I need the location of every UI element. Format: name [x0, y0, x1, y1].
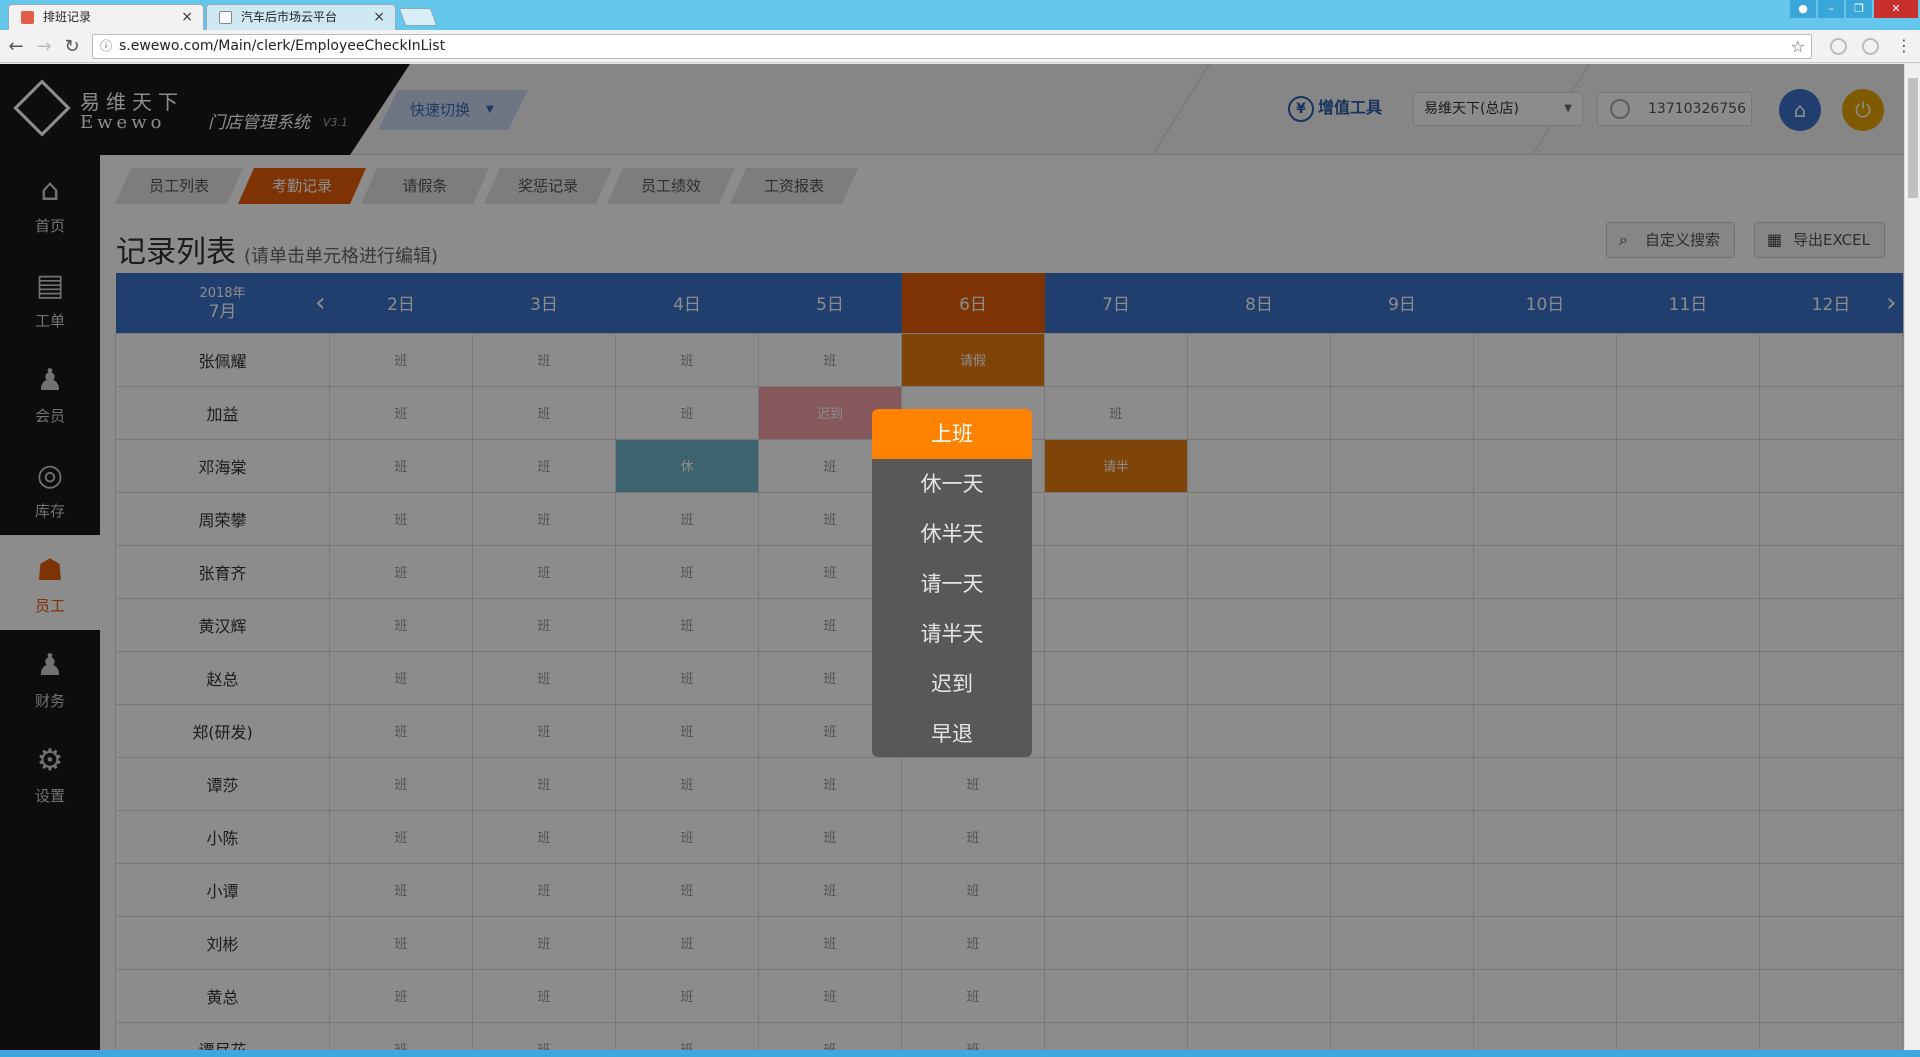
new-tab-button[interactable]	[398, 8, 438, 26]
close-window-button[interactable]: ✕	[1874, 0, 1918, 18]
close-tab-icon[interactable]: ×	[373, 5, 385, 29]
page-scrollbar[interactable]	[1904, 64, 1920, 1057]
status-menu: 上班 休一天 休半天 请一天 请半天 迟到 早退	[872, 409, 1032, 757]
address-bar: ← → ↻ ⓘ s.ewewo.com/Main/clerk/EmployeeC…	[0, 30, 1920, 63]
site-info-icon[interactable]: ⓘ	[100, 35, 112, 58]
back-icon[interactable]: ←	[6, 36, 26, 57]
site-favicon-icon	[21, 11, 34, 24]
reload-icon[interactable]: ↻	[62, 36, 82, 57]
browser-tab-title: 汽车后市场云平台	[241, 10, 338, 24]
status-option-rest-half[interactable]: 休半天	[872, 509, 1032, 559]
status-option-early-leave[interactable]: 早退	[872, 709, 1032, 757]
status-option-late[interactable]: 迟到	[872, 659, 1032, 709]
page-favicon-icon	[219, 11, 232, 24]
status-option-work[interactable]: 上班	[872, 409, 1032, 459]
browser-tabstrip: 排班记录 × 汽车后市场云平台 × ● – ❐ ✕	[0, 0, 1920, 30]
restore-button[interactable]: ❐	[1846, 0, 1872, 18]
browser-tab-title: 排班记录	[43, 10, 92, 24]
url-input[interactable]: ⓘ s.ewewo.com/Main/clerk/EmployeeCheckIn…	[92, 34, 1812, 59]
browser-tab-active[interactable]: 排班记录 ×	[8, 4, 204, 30]
minimize-button[interactable]: –	[1818, 0, 1844, 18]
forward-icon[interactable]: →	[34, 36, 54, 57]
profile-icon[interactable]: ●	[1790, 0, 1816, 18]
extension-icon[interactable]	[1862, 38, 1879, 55]
status-option-leave-half[interactable]: 请半天	[872, 609, 1032, 659]
url-text: s.ewewo.com/Main/clerk/EmployeeCheckInLi…	[119, 38, 446, 54]
scrollbar-thumb[interactable]	[1908, 78, 1918, 198]
close-tab-icon[interactable]: ×	[181, 5, 193, 29]
extension-icon[interactable]	[1830, 38, 1847, 55]
taskbar	[0, 1050, 1920, 1057]
bookmark-star-icon[interactable]: ☆	[1791, 35, 1805, 58]
browser-tab-inactive[interactable]: 汽车后市场云平台 ×	[206, 4, 396, 30]
status-option-rest-day[interactable]: 休一天	[872, 459, 1032, 509]
status-option-leave-day[interactable]: 请一天	[872, 559, 1032, 609]
browser-menu-icon[interactable]: ⋮	[1896, 36, 1912, 55]
